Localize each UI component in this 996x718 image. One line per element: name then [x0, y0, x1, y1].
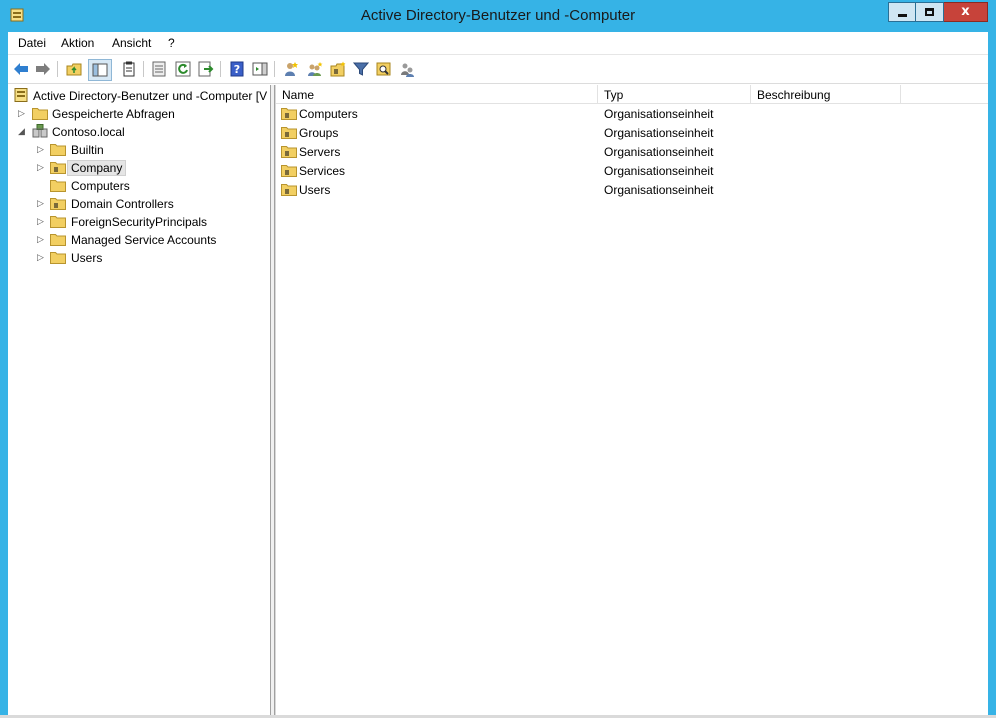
tree-label: Managed Service Accounts	[71, 233, 217, 247]
toolbar: ?	[8, 54, 988, 84]
help-icon[interactable]: ?	[228, 60, 246, 78]
expand-arrow-icon[interactable]: ▷	[37, 199, 45, 209]
item-type: Organisationseinheit	[604, 145, 714, 159]
clipboard-icon[interactable]	[120, 60, 138, 78]
forward-icon[interactable]	[34, 60, 52, 78]
refresh-icon[interactable]	[174, 60, 192, 78]
console-tree[interactable]: Active Directory-Benutzer und -Computer …	[8, 85, 271, 715]
show-hide-console-tree-icon[interactable]	[88, 59, 112, 81]
expand-arrow-icon[interactable]: ▷	[37, 235, 45, 245]
column-header-description[interactable]: Beschreibung	[751, 85, 901, 103]
tree-label: ForeignSecurityPrincipals	[71, 215, 208, 229]
item-type: Organisationseinheit	[604, 107, 714, 121]
organizational-unit-icon	[50, 196, 66, 210]
item-name: Computers	[299, 107, 358, 121]
up-folder-icon[interactable]	[65, 60, 83, 78]
organizational-unit-icon	[281, 125, 297, 139]
folder-icon	[50, 232, 66, 246]
organizational-unit-icon	[281, 144, 297, 158]
folder-icon	[50, 178, 66, 192]
new-group-icon[interactable]	[306, 60, 324, 78]
item-name: Groups	[299, 126, 339, 140]
new-ou-icon[interactable]	[329, 60, 347, 78]
folder-icon	[50, 214, 66, 228]
list-item[interactable]: Servers Organisationseinheit	[276, 142, 876, 161]
filter-icon[interactable]	[352, 60, 370, 78]
details-list[interactable]: Name Typ Beschreibung Computers Organisa…	[275, 85, 988, 715]
collapse-arrow-icon[interactable]: ◢	[18, 127, 26, 137]
item-name: Users	[299, 183, 331, 197]
expand-arrow-icon[interactable]: ▷	[37, 217, 45, 227]
toolbar-separator	[274, 61, 275, 77]
list-item[interactable]: Users Organisationseinheit	[276, 180, 876, 199]
close-icon: x	[961, 4, 970, 19]
expand-arrow-icon[interactable]: ▷	[37, 253, 45, 263]
main-window: Active Directory-Benutzer und -Computer …	[0, 0, 996, 718]
toolbar-separator	[220, 61, 221, 77]
tree-label: Computers	[71, 179, 130, 193]
folder-icon	[32, 106, 48, 120]
expand-arrow-icon[interactable]: ▷	[18, 109, 26, 119]
tree-label: Builtin	[71, 143, 104, 157]
column-headers: Name Typ Beschreibung	[276, 85, 988, 104]
tree-label: Active Directory-Benutzer und -Computer …	[33, 89, 268, 103]
maximize-icon	[925, 8, 934, 16]
column-header-name[interactable]: Name	[276, 85, 598, 103]
minimize-button[interactable]	[888, 2, 916, 22]
tree-label: Company	[67, 160, 127, 176]
menu-help[interactable]: ?	[168, 36, 175, 50]
svg-text:?: ?	[234, 63, 240, 76]
menu-aktion[interactable]: Aktion	[61, 36, 94, 50]
item-name: Servers	[299, 145, 341, 159]
organizational-unit-icon	[281, 163, 297, 177]
add-to-group-icon[interactable]	[398, 60, 416, 78]
tree-label: Contoso.local	[52, 125, 125, 139]
export-list-icon[interactable]	[197, 60, 215, 78]
tree-label: Gespeicherte Abfragen	[52, 107, 175, 121]
domain-icon	[32, 124, 48, 138]
item-type: Organisationseinheit	[604, 164, 714, 178]
maximize-button[interactable]	[916, 2, 944, 22]
column-header-type[interactable]: Typ	[598, 85, 751, 103]
item-name: Services	[299, 164, 346, 178]
menu-ansicht[interactable]: Ansicht	[112, 36, 151, 50]
find-icon[interactable]	[375, 60, 393, 78]
folder-icon	[50, 142, 66, 156]
list-item[interactable]: Services Organisationseinheit	[276, 161, 876, 180]
menu-datei[interactable]: Datei	[18, 36, 46, 50]
action-pane-icon[interactable]	[251, 60, 269, 78]
minimize-icon	[898, 14, 907, 17]
expand-arrow-icon[interactable]: ▷	[37, 145, 45, 155]
item-type: Organisationseinheit	[604, 183, 714, 197]
organizational-unit-icon	[281, 182, 297, 196]
expand-arrow-icon[interactable]: ▷	[37, 163, 45, 173]
organizational-unit-icon	[50, 160, 66, 174]
menu-bar: Datei Aktion Ansicht ?	[8, 32, 988, 54]
back-icon[interactable]	[12, 60, 30, 78]
toolbar-separator	[57, 61, 58, 77]
properties-icon[interactable]	[150, 60, 168, 78]
aduc-snapin-icon	[13, 88, 29, 102]
client-area: Datei Aktion Ansicht ? ? Active Director…	[8, 32, 988, 715]
toolbar-separator	[143, 61, 144, 77]
list-item[interactable]: Computers Organisationseinheit	[276, 104, 876, 123]
list-item[interactable]: Groups Organisationseinheit	[276, 123, 876, 142]
item-type: Organisationseinheit	[604, 126, 714, 140]
new-user-icon[interactable]	[282, 60, 300, 78]
window-title: Active Directory-Benutzer und -Computer	[360, 7, 636, 24]
title-bar[interactable]: Active Directory-Benutzer und -Computer …	[0, 0, 996, 32]
close-button[interactable]: x	[944, 2, 988, 22]
folder-icon	[50, 250, 66, 264]
tree-label: Domain Controllers	[71, 197, 174, 211]
tree-label: Users	[71, 251, 103, 265]
organizational-unit-icon	[281, 106, 297, 120]
